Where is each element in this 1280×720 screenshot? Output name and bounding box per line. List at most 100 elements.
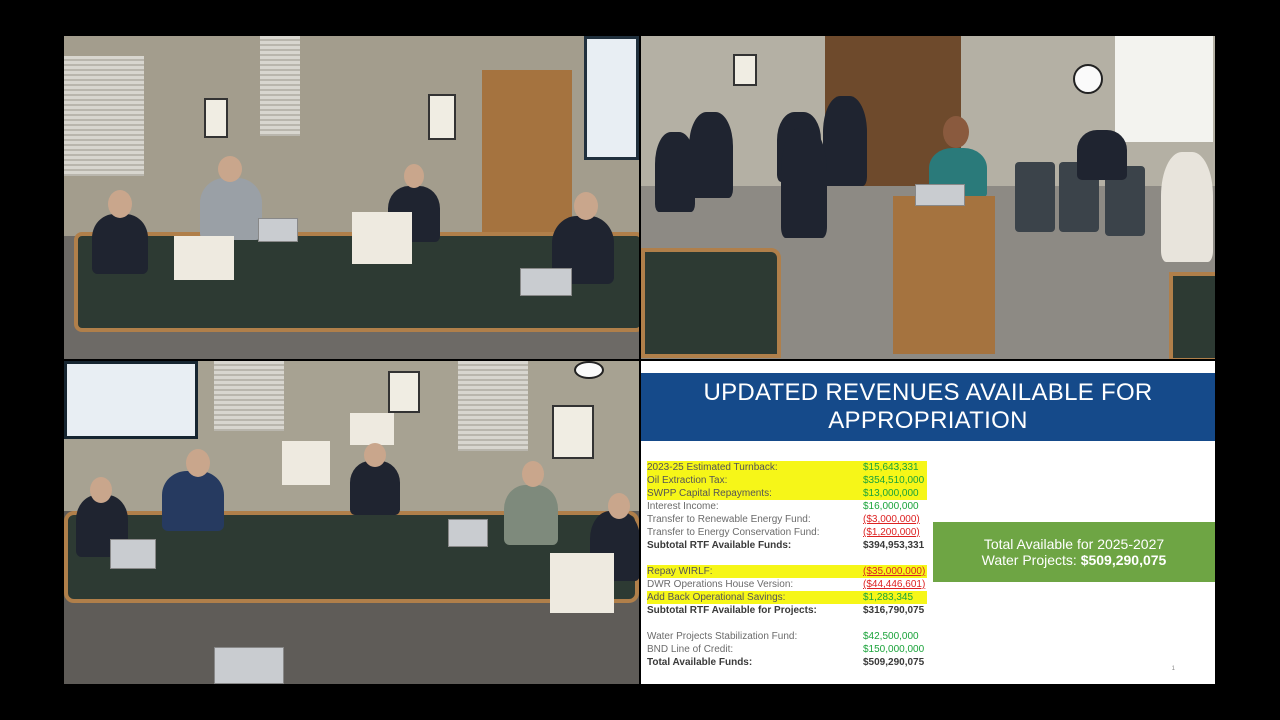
wall-notice — [388, 371, 420, 413]
total-box-prefix: Water Projects: — [981, 552, 1081, 568]
slide-title-line1: UPDATED REVENUES AVAILABLE FOR — [703, 379, 1153, 406]
audience-member — [1161, 152, 1213, 262]
laptop — [915, 184, 965, 206]
revenue-row-label: BND Line of Credit: — [647, 644, 734, 655]
whiteboard — [1115, 36, 1213, 142]
document-binders — [550, 553, 614, 613]
revenue-row-label: Subtotal RTF Available for Projects: — [647, 605, 817, 616]
revenue-row: Repay WIRLF: ($35,000,000) — [647, 565, 937, 578]
committee-member — [162, 471, 224, 531]
revenue-row-value: $316,790,075 — [863, 605, 925, 616]
revenue-row: DWR Operations House Version: ($44,446,60… — [647, 578, 937, 591]
revenue-row-label: Add Back Operational Savings: — [647, 592, 786, 603]
window-blind — [214, 361, 284, 431]
slide-title-line2: APPROPRIATION — [828, 407, 1028, 434]
wall-clock — [574, 361, 604, 379]
committee-member-head — [574, 192, 598, 220]
laptop — [110, 539, 156, 569]
revenue-row-label: Transfer to Renewable Energy Fund: — [647, 514, 811, 525]
revenue-row: Interest Income: $16,000,000 — [647, 500, 937, 513]
laptop — [448, 519, 488, 547]
revenue-row: 2023-25 Estimated Turnback: $15,643,331 — [647, 461, 937, 474]
committee-member-head — [404, 164, 424, 188]
revenue-row-value: $394,953,331 — [863, 540, 925, 551]
revenue-row-label: SWPP Capital Repayments: — [647, 488, 772, 499]
revenue-row: Subtotal RTF Available for Projects: $316… — [647, 604, 937, 617]
revenue-row: Add Back Operational Savings: $1,283,345 — [647, 591, 937, 604]
laptop — [520, 268, 572, 296]
revenue-row-value: $15,643,331 — [863, 462, 919, 473]
revenue-row: Transfer to Energy Conservation Fund: ($1… — [647, 526, 937, 539]
laptop — [214, 647, 284, 684]
revenue-row — [647, 617, 937, 630]
committee-member — [504, 485, 558, 545]
revenue-row: Total Available Funds: $509,290,075 — [647, 656, 937, 669]
committee-desk — [1169, 272, 1215, 359]
printer — [282, 441, 330, 485]
laptop — [258, 218, 298, 242]
revenue-row-label: Repay WIRLF: — [647, 566, 713, 577]
revenue-row-value: ($3,000,000) — [863, 514, 920, 525]
committee-member — [92, 214, 148, 274]
revenue-table: 2023-25 Estimated Turnback: $15,643,331 Oi… — [647, 461, 937, 669]
committee-member-head — [186, 449, 210, 477]
revenue-row: SWPP Capital Repayments: $13,000,000 — [647, 487, 937, 500]
printer — [350, 413, 394, 445]
committee-member-head — [364, 443, 386, 467]
revenue-row: Oil Extraction Tax: $354,510,000 — [647, 474, 937, 487]
document-stack — [352, 212, 412, 264]
revenue-row-label: Subtotal RTF Available Funds: — [647, 540, 792, 551]
camera-feed-committee-left — [64, 36, 639, 359]
revenue-row: Transfer to Renewable Energy Fund: ($3,00… — [647, 513, 937, 526]
wall-picture — [552, 405, 594, 459]
revenue-row-value: $16,000,000 — [863, 501, 919, 512]
window-blind — [64, 56, 144, 176]
total-box-line1: Total Available for 2025-2027 — [983, 536, 1165, 552]
window-blind — [458, 361, 528, 451]
committee-member-head — [608, 493, 630, 519]
podium — [893, 196, 995, 354]
audience-member — [1077, 130, 1127, 180]
wall-clock — [1073, 64, 1103, 94]
revenue-row-value: $509,290,075 — [863, 657, 925, 668]
revenue-row-label: Total Available Funds: — [647, 657, 753, 668]
audience-member — [823, 96, 867, 186]
committee-member-head — [218, 156, 242, 182]
revenue-row: BND Line of Credit: $150,000,000 — [647, 643, 937, 656]
wall-picture — [428, 94, 456, 140]
revenue-row-value: ($35,000,000) — [863, 566, 926, 577]
revenue-row — [647, 552, 937, 565]
wall-picture — [733, 54, 757, 86]
wall-monitor — [584, 36, 639, 160]
camera-feed-testifier — [641, 36, 1215, 359]
slide-number: 1 — [1171, 666, 1175, 672]
revenue-row-value: ($1,200,000) — [863, 527, 920, 538]
revenue-row-label: Oil Extraction Tax: — [647, 475, 728, 486]
revenue-row: Subtotal RTF Available Funds: $394,953,33… — [647, 539, 937, 552]
committee-member-head — [90, 477, 112, 503]
camera-feed-committee-right — [64, 361, 639, 684]
document-binders — [174, 236, 234, 280]
wall-monitor — [64, 361, 198, 439]
total-box-line2: Water Projects: $509,290,075 — [933, 552, 1215, 568]
revenue-row-label: Water Projects Stabilization Fund: — [647, 631, 798, 642]
slide-title: UPDATED REVENUES AVAILABLE FOR APPROPRIA… — [641, 373, 1215, 441]
committee-member-head — [522, 461, 544, 487]
testifier-head — [943, 116, 969, 148]
audience-member — [781, 128, 827, 238]
revenue-row-value: $13,000,000 — [863, 488, 919, 499]
total-available-box: Total Available for 2025-2027 Water Proj… — [933, 522, 1215, 582]
revenue-row-value: $42,500,000 — [863, 631, 919, 642]
committee-member-head — [108, 190, 132, 218]
committee-member — [200, 178, 262, 240]
presentation-slide: UPDATED REVENUES AVAILABLE FOR APPROPRIA… — [641, 361, 1215, 684]
revenue-row-value: ($44,446,601) — [863, 579, 926, 590]
revenue-row-value: $354,510,000 — [863, 475, 925, 486]
revenue-row: Water Projects Stabilization Fund: $42,50… — [647, 630, 937, 643]
committee-member — [350, 461, 400, 515]
audience-chair — [1015, 162, 1055, 232]
wall-picture — [204, 98, 228, 138]
committee-desk — [641, 248, 781, 358]
revenue-row-value: $1,283,345 — [863, 592, 914, 603]
total-box-amount: $509,290,075 — [1080, 552, 1167, 568]
